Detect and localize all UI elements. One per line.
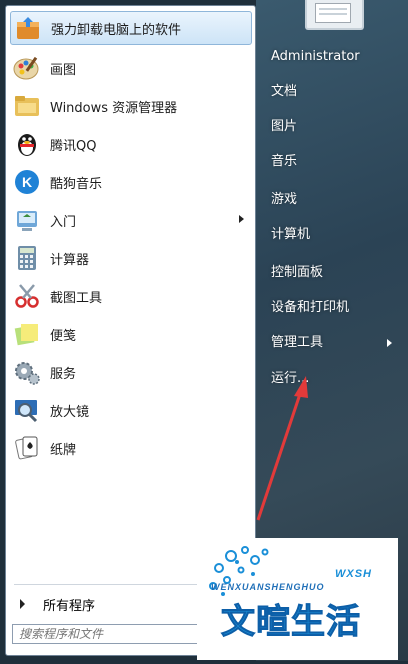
submenu-arrow-icon: [387, 339, 392, 347]
magnifier-icon: [15, 400, 38, 423]
program-item-getting-started[interactable]: 入门: [10, 203, 252, 237]
solitaire-cards-icon: [15, 436, 38, 460]
place-item-pictures[interactable]: 图片: [271, 117, 297, 137]
program-label: 腾讯QQ: [50, 138, 97, 154]
program-item-snipping-tool[interactable]: 截图工具: [10, 279, 252, 313]
place-item-documents[interactable]: 文档: [271, 82, 297, 102]
svg-text:K: K: [22, 174, 32, 190]
program-item-explorer[interactable]: Windows 资源管理器: [10, 89, 252, 123]
submenu-arrow-icon: [239, 215, 244, 223]
snipping-tool-icon: [15, 284, 39, 308]
sticky-notes-icon: [14, 324, 38, 346]
program-label: 便笺: [50, 328, 77, 344]
program-label: 计算器: [50, 252, 90, 268]
paint-palette-icon: [13, 56, 39, 80]
program-label: 放大镜: [50, 404, 90, 420]
calculator-icon: [18, 246, 36, 270]
watermark-logo: WXSH WENXUANSHENGHUO 文暄生活: [197, 538, 398, 660]
user-picture-thumbnail: [315, 3, 351, 23]
place-item-games[interactable]: 游戏: [271, 190, 297, 210]
program-item-services[interactable]: 服务: [10, 355, 252, 389]
program-label: 酷狗音乐: [50, 176, 103, 192]
program-item-solitaire[interactable]: 纸牌: [10, 431, 252, 465]
place-item-control-panel[interactable]: 控制面板: [271, 263, 323, 283]
program-label: 强力卸载电脑上的软件: [51, 22, 182, 38]
place-item-administrator[interactable]: Administrator: [271, 47, 360, 67]
kugou-music-icon: K: [15, 170, 39, 194]
getting-started-icon: [17, 211, 37, 231]
explorer-folder-icon: [15, 96, 39, 116]
watermark-badge: WXSH: [335, 568, 372, 580]
program-item-paint[interactable]: 画图: [10, 51, 252, 85]
search-input[interactable]: [12, 624, 202, 644]
watermark-pinyin: WENXUANSHENGHUO: [211, 582, 325, 592]
program-item-kugou[interactable]: K 酷狗音乐: [10, 165, 252, 199]
services-gear-icon: [15, 362, 40, 385]
program-item-uninstall[interactable]: 强力卸载电脑上的软件: [10, 11, 252, 45]
program-label: Windows 资源管理器: [50, 100, 178, 116]
all-programs-label: 所有程序: [43, 598, 96, 614]
red-annotation-arrow: [256, 376, 308, 521]
program-item-calculator[interactable]: 计算器: [10, 241, 252, 275]
program-label: 入门: [50, 214, 77, 230]
place-item-computer[interactable]: 计算机: [271, 225, 310, 245]
place-item-admin-tools[interactable]: 管理工具: [271, 333, 323, 353]
watermark-brand: 文暄生活: [221, 602, 361, 643]
user-picture[interactable]: [305, 0, 364, 30]
program-item-magnifier[interactable]: 放大镜: [10, 393, 252, 427]
program-label: 截图工具: [50, 290, 103, 306]
program-label: 纸牌: [50, 442, 77, 458]
program-item-sticky-notes[interactable]: 便笺: [10, 317, 252, 351]
place-item-music[interactable]: 音乐: [271, 152, 297, 172]
program-label: 服务: [50, 366, 77, 382]
program-label: 画图: [50, 62, 77, 78]
place-item-devices-printers[interactable]: 设备和打印机: [271, 298, 349, 318]
qq-penguin-icon: [18, 134, 36, 156]
uninstall-box-icon: [17, 17, 39, 39]
expand-arrow-icon: [20, 599, 25, 609]
program-item-qq[interactable]: 腾讯QQ: [10, 127, 252, 161]
